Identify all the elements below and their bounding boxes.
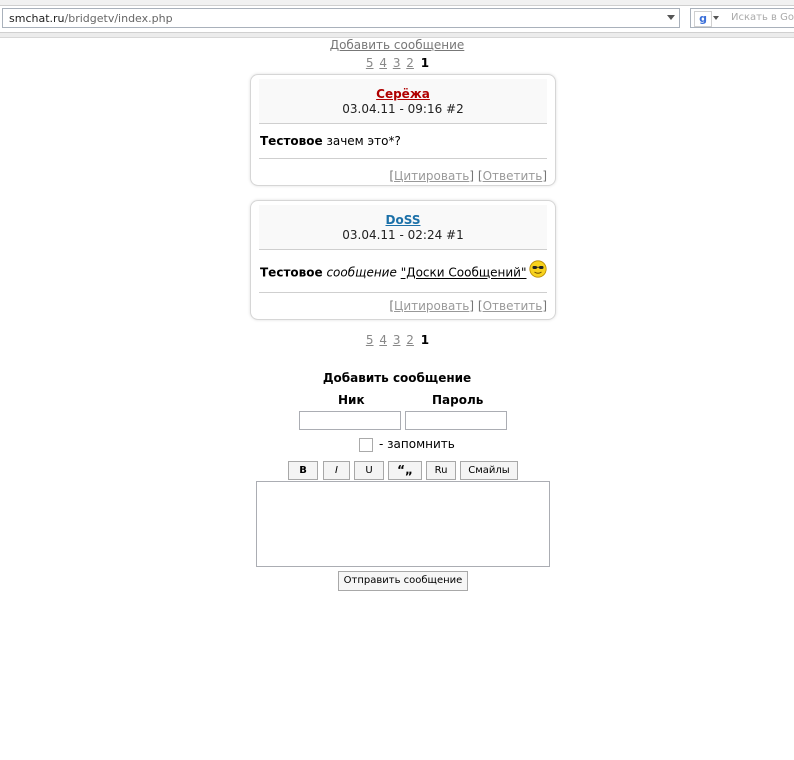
reply-link[interactable]: Ответить xyxy=(483,169,543,183)
post-header: DoSS 03.04.11 - 02:24 #1 xyxy=(259,205,547,250)
post-text-rest: зачем это*? xyxy=(326,134,401,148)
post-text-bold: Тестовое xyxy=(260,265,323,280)
form-title: Добавить сообщение xyxy=(322,371,472,385)
remember-label: - запомнить xyxy=(379,437,455,451)
page-link-2[interactable]: 2 xyxy=(406,333,414,347)
post-author-link[interactable]: Серёжа xyxy=(259,79,547,101)
post-actions: [Цитировать] [Ответить] xyxy=(259,293,547,319)
post-number: #2 xyxy=(446,102,464,116)
reply-link[interactable]: Ответить xyxy=(483,299,543,313)
pagination-bottom: 5 4 3 2 1 xyxy=(0,333,794,347)
post-actions: [Цитировать] [Ответить] xyxy=(259,159,547,185)
smileys-button[interactable]: Смайлы xyxy=(460,461,518,480)
page-link-5[interactable]: 5 xyxy=(366,333,374,347)
add-message-link-row: Добавить сообщение xyxy=(0,38,794,52)
post-meta: 03.04.11 - 02:24 #1 xyxy=(259,228,547,242)
cool-smiley-icon xyxy=(528,260,547,278)
italic-button[interactable]: I xyxy=(323,461,350,480)
quote-button[interactable]: “„ xyxy=(388,461,422,480)
send-message-button[interactable]: Отправить сообщение xyxy=(338,571,468,591)
current-page: 1 xyxy=(420,333,430,347)
nick-label: Ник xyxy=(338,393,365,407)
current-page: 1 xyxy=(420,56,430,70)
pagination-top: 5 4 3 2 1 xyxy=(0,56,794,70)
page-link-3[interactable]: 3 xyxy=(393,333,401,347)
post-author-link[interactable]: DoSS xyxy=(259,205,547,227)
address-text[interactable]: smchat.ru/bridgetv/index.php xyxy=(9,12,173,25)
remember-row: - запомнить xyxy=(359,437,455,452)
post-actions-text: [Цитировать] [Ответить] xyxy=(389,169,547,183)
quote-link[interactable]: Цитировать xyxy=(394,169,469,183)
page-link-4[interactable]: 4 xyxy=(379,333,387,347)
page-link-2[interactable]: 2 xyxy=(406,56,414,70)
password-input[interactable] xyxy=(405,411,507,430)
post: DoSS 03.04.11 - 02:24 #1 Тестовое сообще… xyxy=(250,200,556,320)
bold-button[interactable]: B xyxy=(288,461,318,480)
post-number: #1 xyxy=(446,228,464,242)
page-link-5[interactable]: 5 xyxy=(366,56,374,70)
post-date: 03.04.11 - 09:16 xyxy=(342,102,443,116)
post-meta: 03.04.11 - 09:16 #2 xyxy=(259,102,547,116)
post-body: Тестовое зачем это*? xyxy=(259,124,547,159)
post-header: Серёжа 03.04.11 - 09:16 #2 xyxy=(259,79,547,124)
post-text: Тестовое зачем это*? xyxy=(260,134,401,148)
post-text-bold: Тестовое xyxy=(260,134,323,148)
search-placeholder[interactable]: Искать в Go xyxy=(731,12,794,23)
post-text: Тестовое сообщение "Доски Сообщений" xyxy=(260,260,547,282)
google-g-icon[interactable]: g xyxy=(694,11,712,27)
underline-button[interactable]: U xyxy=(354,461,384,480)
post-body: Тестовое сообщение "Доски Сообщений" xyxy=(259,250,547,293)
post-date: 03.04.11 - 02:24 xyxy=(342,228,443,242)
remember-checkbox[interactable] xyxy=(359,437,373,452)
search-box[interactable]: g Искать в Go xyxy=(690,8,794,28)
post: Серёжа 03.04.11 - 09:16 #2 Тестовое заче… xyxy=(250,74,556,186)
post-text-link[interactable]: "Доски Сообщений" xyxy=(401,266,527,280)
page-link-4[interactable]: 4 xyxy=(379,56,387,70)
ru-keyboard-button[interactable]: Ru xyxy=(426,461,456,480)
quote-link[interactable]: Цитировать xyxy=(394,299,469,313)
message-textarea[interactable] xyxy=(256,481,550,567)
password-label: Пароль xyxy=(432,393,484,407)
toolbar-edge xyxy=(0,0,794,6)
address-bar[interactable]: smchat.ru/bridgetv/index.php xyxy=(2,8,680,28)
add-message-link[interactable]: Добавить сообщение xyxy=(330,38,465,52)
nick-input[interactable] xyxy=(299,411,401,430)
page-link-3[interactable]: 3 xyxy=(393,56,401,70)
post-actions-text: [Цитировать] [Ответить] xyxy=(389,299,547,313)
address-history-dropdown-icon[interactable] xyxy=(667,15,675,20)
post-text-italic: сообщение xyxy=(326,265,397,280)
search-engine-dropdown-icon[interactable] xyxy=(713,16,719,20)
browser-toolbar: smchat.ru/bridgetv/index.php g Искать в … xyxy=(0,0,794,38)
